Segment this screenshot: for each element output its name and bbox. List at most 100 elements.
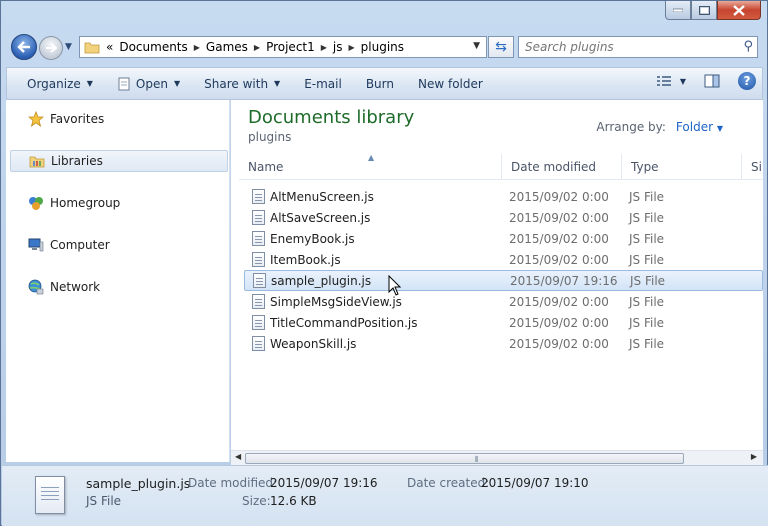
change-view-button[interactable]: ▼ bbox=[656, 75, 686, 87]
column-size[interactable]: Si bbox=[742, 154, 763, 180]
js-file-large-icon bbox=[35, 476, 65, 514]
file-date: 2015/09/07 19:16 bbox=[510, 273, 618, 288]
nav-libraries[interactable]: Libraries bbox=[10, 150, 228, 172]
file-row[interactable]: SimpleMsgSideView.js 2015/09/02 0:00 JS Fi… bbox=[244, 291, 763, 312]
search-box: ⚲ bbox=[518, 36, 758, 58]
file-row[interactable]: ItemBook.js 2015/09/02 0:00 JS File bbox=[244, 249, 763, 270]
chevron-down-icon: ▼ bbox=[716, 124, 723, 133]
open-label: Open bbox=[135, 76, 168, 91]
crumb-separator-icon[interactable]: ▶ bbox=[194, 43, 200, 52]
explorer-window: ▼ « Documents ▶ Games ▶ Project1 ▶ js ▶ plug… bbox=[0, 0, 768, 526]
js-file-icon bbox=[252, 189, 265, 204]
file-row[interactable]: WeaponSkill.js 2015/09/02 0:00 JS File bbox=[244, 333, 763, 354]
chevron-down-icon: ▼ bbox=[679, 76, 686, 86]
chevron-down-icon: ▼ bbox=[173, 79, 181, 88]
arrange-by-dropdown[interactable]: Folder ▼ bbox=[676, 120, 723, 134]
burn-button[interactable]: Burn bbox=[354, 68, 406, 99]
js-file-icon bbox=[253, 273, 266, 288]
open-file-icon bbox=[118, 77, 130, 90]
file-row[interactable]: AltSaveScreen.js 2015/09/02 0:00 JS File bbox=[244, 207, 763, 228]
recent-pages-dropdown[interactable]: ▼ bbox=[65, 42, 72, 52]
crumb-label: js bbox=[332, 40, 343, 54]
nav-label: Homegroup bbox=[50, 196, 121, 210]
file-name: EnemyBook.js bbox=[270, 231, 355, 246]
open-button[interactable]: Open ▼ bbox=[105, 68, 192, 99]
preview-pane-button[interactable] bbox=[704, 74, 720, 88]
file-row[interactable]: TitleCommandPosition.js 2015/09/02 0:00 JS… bbox=[244, 312, 763, 333]
column-name-label: Name bbox=[248, 160, 284, 174]
column-type[interactable]: Type bbox=[622, 154, 742, 180]
details-pane: sample_plugin.js JS File Date modified: … bbox=[2, 465, 768, 526]
command-bar: Organize ▼ Open ▼ Share with ▼ E-mail Burn … bbox=[6, 67, 763, 100]
preview-pane-icon bbox=[704, 74, 720, 88]
homegroup-icon bbox=[29, 197, 43, 210]
email-button[interactable]: E-mail bbox=[292, 68, 354, 99]
maximize-button[interactable] bbox=[691, 1, 717, 20]
scroll-left-icon[interactable]: ◀ bbox=[235, 452, 241, 461]
file-date: 2015/09/02 0:00 bbox=[509, 315, 609, 330]
forward-button[interactable] bbox=[39, 36, 63, 60]
crumb-js[interactable]: js ▶ bbox=[333, 40, 355, 54]
file-list: AltMenuScreen.js 2015/09/02 0:00 JS File A… bbox=[244, 186, 763, 354]
file-name: AltSaveScreen.js bbox=[270, 210, 371, 225]
new-folder-button[interactable]: New folder bbox=[406, 68, 495, 99]
search-icon[interactable]: ⚲ bbox=[743, 39, 753, 54]
file-date: 2015/09/02 0:00 bbox=[509, 252, 609, 267]
nav-label: Network bbox=[50, 280, 101, 294]
computer-icon bbox=[28, 238, 44, 252]
help-icon: ? bbox=[743, 74, 751, 88]
share-with-button[interactable]: Share with ▼ bbox=[192, 68, 292, 99]
toolbar-right: ▼ ? bbox=[656, 72, 756, 90]
crumb-separator-icon[interactable]: ▶ bbox=[349, 43, 355, 52]
date-created-value: 2015/09/07 19:10 bbox=[481, 476, 589, 490]
crumb-separator-icon[interactable]: ▶ bbox=[254, 43, 260, 52]
refresh-button[interactable]: ⇆ bbox=[488, 36, 514, 58]
file-name: WeaponSkill.js bbox=[270, 336, 357, 351]
share-with-label: Share with bbox=[204, 76, 269, 91]
horizontal-scrollbar[interactable]: ◀ ⦀ ▶ bbox=[231, 450, 763, 465]
back-button[interactable] bbox=[11, 34, 37, 60]
size-value: 12.6 KB bbox=[270, 494, 317, 508]
column-date-modified[interactable]: Date modified bbox=[502, 154, 622, 180]
arrange-by-value: Folder bbox=[675, 120, 714, 134]
crumb-plugins[interactable]: plugins bbox=[361, 40, 404, 54]
file-row[interactable]: AltMenuScreen.js 2015/09/02 0:00 JS File bbox=[244, 186, 763, 207]
navigation-pane: Favorites Libraries Homegroup Computer N… bbox=[6, 100, 230, 462]
crumb-games[interactable]: Games ▶ bbox=[206, 40, 260, 54]
address-overflow[interactable]: « bbox=[106, 40, 113, 54]
nav-favorites[interactable]: Favorites bbox=[10, 108, 228, 130]
address-bar[interactable]: « Documents ▶ Games ▶ Project1 ▶ js ▶ plugin… bbox=[79, 36, 487, 58]
crumb-label: plugins bbox=[360, 40, 405, 54]
address-history-dropdown[interactable]: ▼ bbox=[473, 41, 480, 51]
file-type: JS File bbox=[629, 231, 665, 246]
scroll-right-icon[interactable]: ▶ bbox=[751, 452, 757, 461]
arrange-by-label: Arrange by: bbox=[596, 120, 666, 134]
nav-label: Libraries bbox=[51, 154, 103, 168]
nav-label: Favorites bbox=[50, 112, 105, 126]
search-input[interactable] bbox=[519, 37, 729, 57]
nav-homegroup[interactable]: Homegroup bbox=[10, 192, 228, 214]
file-type: JS File bbox=[629, 252, 665, 267]
folder-icon bbox=[84, 42, 100, 54]
crumb-documents[interactable]: Documents ▶ bbox=[119, 40, 200, 54]
chevron-down-icon: ▼ bbox=[86, 79, 93, 88]
date-created-label: Date created: bbox=[407, 476, 490, 490]
close-button[interactable] bbox=[717, 1, 761, 20]
details-file-type: JS File bbox=[86, 494, 122, 508]
file-type: JS File bbox=[630, 273, 666, 288]
close-icon bbox=[733, 4, 745, 16]
scrollbar-thumb[interactable]: ⦀ bbox=[245, 453, 684, 464]
file-row[interactable]: EnemyBook.js 2015/09/02 0:00 JS File bbox=[244, 228, 763, 249]
crumb-project1[interactable]: Project1 ▶ bbox=[266, 40, 327, 54]
nav-computer[interactable]: Computer bbox=[10, 234, 228, 256]
organize-button[interactable]: Organize ▼ bbox=[7, 68, 105, 99]
js-file-icon bbox=[252, 252, 265, 267]
view-list-icon bbox=[656, 76, 671, 86]
file-row-selected[interactable]: sample_plugin.js 2015/09/07 19:16 JS File bbox=[244, 270, 763, 291]
minimize-button[interactable] bbox=[665, 1, 691, 20]
crumb-separator-icon[interactable]: ▶ bbox=[321, 43, 327, 52]
file-type: JS File bbox=[629, 336, 665, 351]
column-name[interactable]: ▲ Name bbox=[239, 153, 502, 180]
nav-network[interactable]: Network bbox=[10, 276, 228, 298]
help-button[interactable]: ? bbox=[738, 72, 756, 90]
